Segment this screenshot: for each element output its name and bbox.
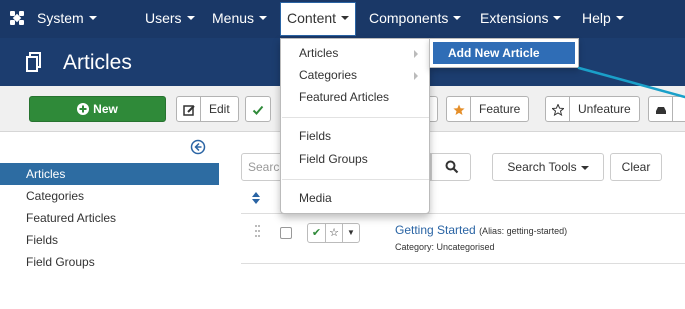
sidebar-item-label: Fields [26, 233, 59, 247]
sidebar-item-featured-articles[interactable]: Featured Articles [0, 207, 219, 229]
nav-system-label: System [37, 10, 84, 26]
status-button-group: ✔ ☆ ▼ [307, 223, 360, 243]
menu-item-categories[interactable]: Categories [299, 68, 357, 82]
sidebar-item-label: Categories [26, 189, 85, 203]
menu-divider [282, 179, 429, 180]
search-button[interactable] [431, 153, 471, 181]
nav-menus-label: Menus [212, 10, 255, 26]
sidebar-item-label: Featured Articles [26, 211, 117, 225]
archive-button[interactable] [648, 96, 685, 122]
search-tools-label: Search Tools [507, 160, 577, 174]
menu-item-add-new-article[interactable]: Add New Article [433, 42, 575, 64]
row-checkbox[interactable] [280, 227, 292, 239]
plus-circle-icon [77, 102, 90, 115]
feature-button-label: Feature [479, 102, 521, 116]
nav-users-label: Users [145, 10, 182, 26]
clear-button[interactable]: Clear [610, 153, 662, 181]
article-alias: (Alias: getting-started) [479, 226, 568, 236]
caret-down-icon [186, 16, 195, 21]
article-title[interactable]: Getting Started [395, 223, 476, 237]
menu-item-media[interactable]: Media [299, 191, 332, 205]
menu-item-field-groups[interactable]: Field Groups [299, 152, 368, 166]
nav-system[interactable]: System [37, 0, 97, 38]
joomla-logo-icon[interactable] [7, 8, 27, 28]
article-category: Category: Uncategorised [395, 242, 495, 252]
caret-down-icon [453, 16, 462, 21]
table-row: ✔ ☆ ▼ Getting Started (Alias: getting-st… [241, 214, 685, 264]
archive-icon [649, 97, 673, 121]
edit-button[interactable]: Edit [176, 96, 239, 122]
edit-icon [177, 97, 201, 121]
new-button[interactable]: New [29, 96, 166, 122]
drag-handle-icon[interactable] [255, 224, 261, 238]
search-tools-button[interactable]: Search Tools [492, 153, 604, 181]
nav-content-label: Content [287, 10, 337, 26]
sidebar-item-field-groups[interactable]: Field Groups [0, 251, 219, 273]
nav-help[interactable]: Help [582, 0, 624, 38]
nav-extensions[interactable]: Extensions [480, 0, 562, 38]
nav-content[interactable]: Content [280, 2, 357, 36]
nav-menus[interactable]: Menus [212, 0, 268, 38]
nav-extensions-label: Extensions [480, 10, 549, 26]
caret-down-icon [259, 16, 268, 21]
caret-down-icon [341, 16, 350, 21]
sort-icon[interactable] [251, 192, 261, 204]
sidebar-item-fields[interactable]: Fields [0, 229, 219, 251]
actions-caret-icon[interactable]: ▼ [342, 224, 359, 242]
sidebar-item-categories[interactable]: Categories [0, 185, 219, 207]
sidebar-item-label: Field Groups [26, 255, 95, 269]
stack-icon [26, 52, 41, 72]
sidebar: Articles Categories Featured Articles Fi… [0, 163, 219, 273]
star-outline-icon [546, 97, 570, 121]
submenu-arrow-icon [414, 50, 418, 58]
articles-submenu: Add New Article [429, 38, 579, 68]
caret-down-icon [615, 16, 624, 21]
menu-item-featured-articles[interactable]: Featured Articles [299, 90, 389, 104]
menu-item-fields[interactable]: Fields [299, 129, 331, 143]
nav-users[interactable]: Users [145, 0, 195, 38]
menu-divider [282, 117, 429, 118]
collapse-sidebar-icon[interactable] [190, 139, 206, 155]
search-icon [445, 160, 459, 174]
feature-button[interactable]: Feature [446, 96, 530, 122]
content-dropdown-menu: Articles Categories Featured Articles Fi… [280, 38, 430, 214]
menu-item-articles[interactable]: Articles [299, 46, 338, 60]
nav-components-label: Components [369, 10, 449, 26]
article-title-link[interactable]: Getting Started (Alias: getting-started) [395, 223, 567, 237]
published-check-icon[interactable]: ✔ [308, 224, 325, 242]
submenu-arrow-icon [414, 72, 418, 80]
nav-components[interactable]: Components [369, 0, 462, 38]
page-title: Articles [63, 51, 132, 74]
caret-down-icon [553, 16, 562, 21]
sidebar-item-label: Articles [26, 167, 66, 181]
check-icon [246, 97, 270, 121]
publish-button[interactable] [245, 96, 271, 122]
new-button-label: New [93, 102, 118, 116]
caret-down-icon [580, 165, 589, 170]
featured-star-icon[interactable]: ☆ [325, 224, 342, 242]
top-navbar: System Users Menus Content Components Ex… [0, 0, 685, 38]
edit-button-label: Edit [209, 102, 230, 116]
star-filled-icon [447, 97, 471, 121]
sidebar-item-articles[interactable]: Articles [0, 163, 219, 185]
nav-help-label: Help [582, 10, 611, 26]
unfeature-button[interactable]: Unfeature [545, 96, 640, 122]
unfeature-button-label: Unfeature [578, 102, 631, 116]
caret-down-icon [88, 16, 97, 21]
